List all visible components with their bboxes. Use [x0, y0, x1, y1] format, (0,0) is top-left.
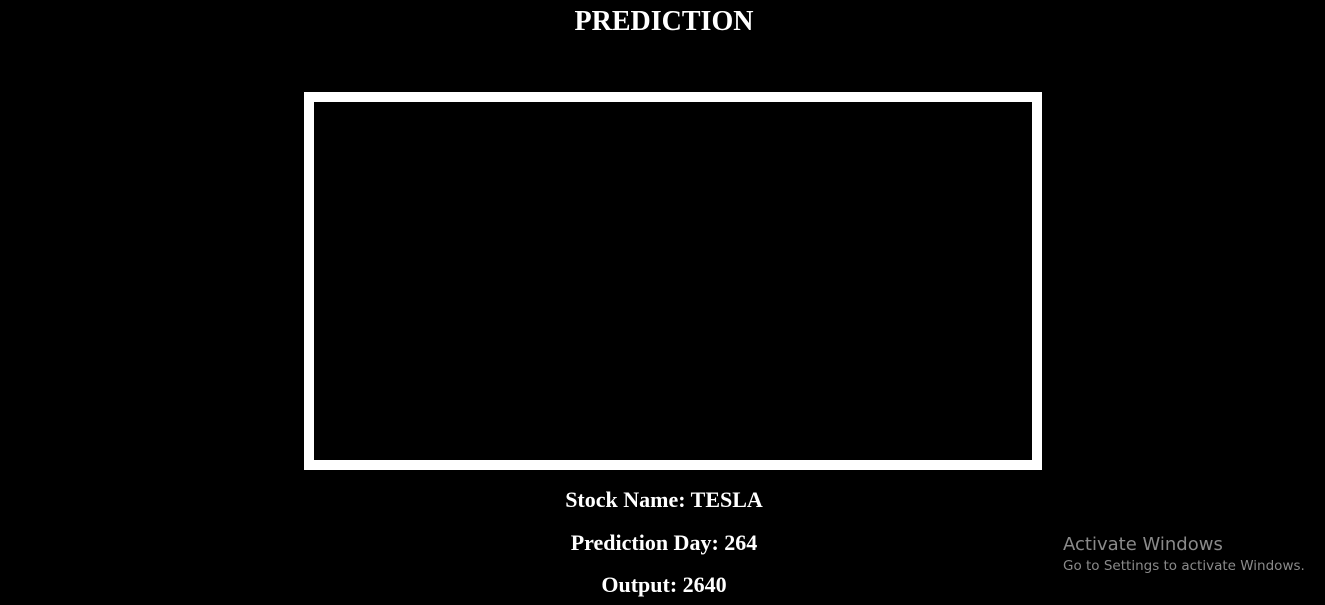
stock-name-text: Stock Name: TESLA: [565, 487, 763, 512]
page-title: PREDICTION: [574, 6, 754, 37]
prediction-chart-frame: [304, 92, 1042, 470]
activate-windows-watermark: Activate Windows Go to Settings to activ…: [1063, 534, 1305, 576]
watermark-subtitle: Go to Settings to activate Windows.: [1063, 558, 1305, 574]
watermark-title: Activate Windows: [1063, 534, 1223, 555]
